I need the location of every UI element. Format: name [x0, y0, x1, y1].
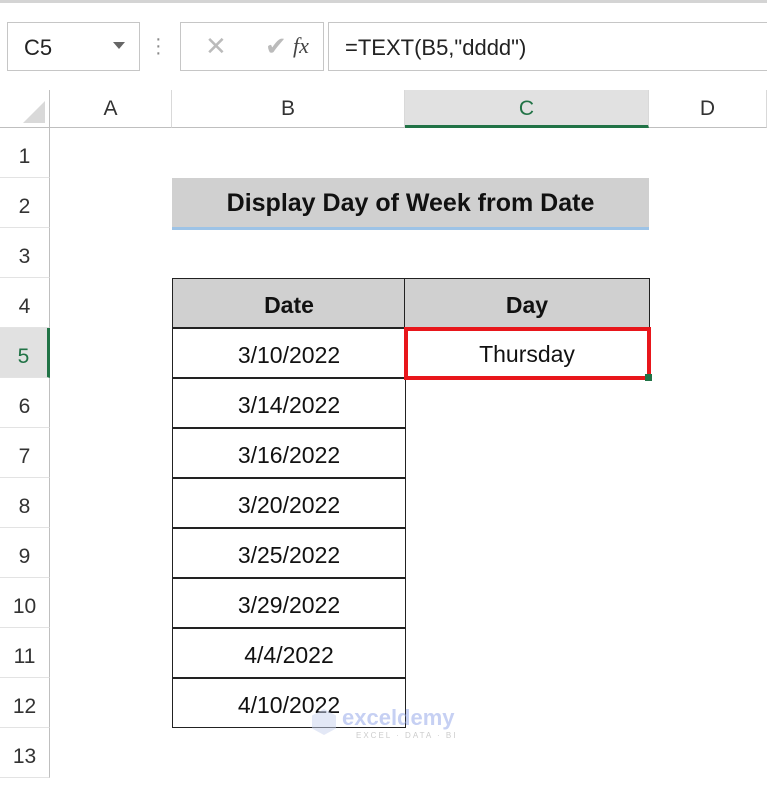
- header-day[interactable]: Day: [404, 278, 650, 328]
- header-date[interactable]: Date: [172, 278, 406, 328]
- name-box-value: C5: [24, 35, 53, 60]
- date-cell[interactable]: 3/16/2022: [172, 428, 406, 478]
- row-header-10[interactable]: 10: [0, 578, 50, 628]
- date-cell[interactable]: 3/14/2022: [172, 378, 406, 428]
- watermark-logo: exceldemy EXCEL · DATA · BI: [312, 705, 462, 745]
- date-cell[interactable]: 3/25/2022: [172, 528, 406, 578]
- row-header-6[interactable]: 6: [0, 378, 50, 428]
- date-cell[interactable]: 3/10/2022: [172, 328, 406, 378]
- row-header-13[interactable]: 13: [0, 728, 50, 778]
- row-header-9[interactable]: 9: [0, 528, 50, 578]
- column-header-b[interactable]: B: [172, 90, 405, 128]
- row-header-5[interactable]: 5: [0, 328, 50, 378]
- fx-icon[interactable]: fx: [293, 33, 309, 59]
- row-header-1[interactable]: 1: [0, 128, 50, 178]
- more-icon: · · ·: [155, 28, 162, 64]
- sheet-title[interactable]: Display Day of Week from Date: [172, 178, 649, 230]
- row-header-8[interactable]: 8: [0, 478, 50, 528]
- name-box[interactable]: C5: [7, 22, 140, 71]
- selected-cell-highlight: [404, 327, 651, 380]
- row-header-7[interactable]: 7: [0, 428, 50, 478]
- row-header-12[interactable]: 12: [0, 678, 50, 728]
- column-header-d[interactable]: D: [649, 90, 767, 128]
- column-header-a[interactable]: A: [50, 90, 172, 128]
- row-header-2[interactable]: 2: [0, 178, 50, 228]
- select-all-button[interactable]: [0, 90, 50, 128]
- row-header-4[interactable]: 4: [0, 278, 50, 328]
- fill-handle[interactable]: [645, 374, 652, 381]
- date-cell[interactable]: 3/20/2022: [172, 478, 406, 528]
- row-header-11[interactable]: 11: [0, 628, 50, 678]
- formula-buttons: ✕ ✔ fx: [180, 22, 324, 71]
- formula-input[interactable]: =TEXT(B5,"dddd"): [328, 22, 767, 71]
- date-cell[interactable]: 4/4/2022: [172, 628, 406, 678]
- row-header-3[interactable]: 3: [0, 228, 50, 278]
- check-icon[interactable]: ✔: [265, 31, 287, 62]
- ribbon-edge: [0, 0, 767, 3]
- date-cell[interactable]: 3/29/2022: [172, 578, 406, 628]
- cancel-icon[interactable]: ✕: [205, 31, 227, 62]
- chevron-down-icon[interactable]: [113, 42, 125, 49]
- column-header-c[interactable]: C: [405, 90, 649, 128]
